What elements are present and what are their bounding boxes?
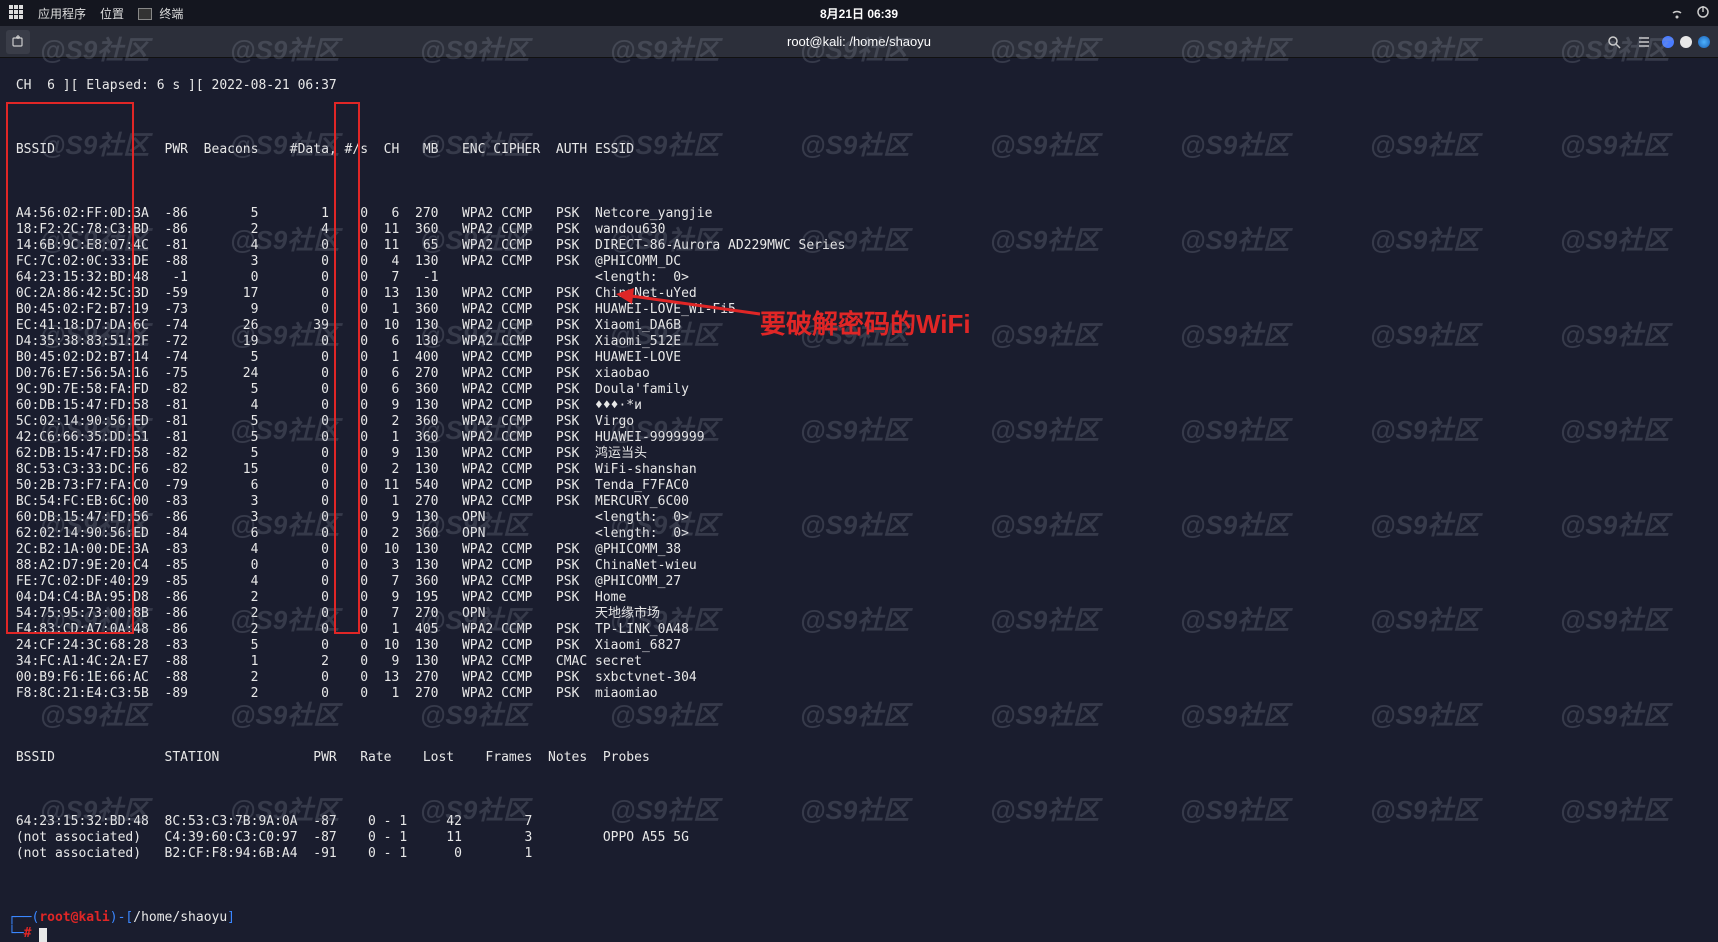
ap-row: FC:7C:02:0C:33:DE -88 3 0 0 4 130 WPA2 C…	[8, 254, 1710, 270]
network-icon[interactable]	[1670, 5, 1684, 22]
airodump-header: CH 6 ][ Elapsed: 6 s ][ 2022-08-21 06:37	[8, 78, 1710, 94]
ap-row: 62:DB:15:47:FD:58 -82 5 0 0 9 130 WPA2 C…	[8, 446, 1710, 462]
activities-icon[interactable]	[8, 4, 24, 23]
ap-row: 50:2B:73:F7:FA:C0 -79 6 0 0 11 540 WPA2 …	[8, 478, 1710, 494]
station-table-header: BSSID STATION PWR Rate Lost Frames Notes…	[8, 750, 1710, 766]
text-cursor	[39, 928, 47, 942]
shell-input-line[interactable]: └─#	[8, 926, 47, 941]
power-icon[interactable]	[1696, 5, 1710, 22]
ap-row: 00:B9:F6:1E:66:AC -88 2 0 0 13 270 WPA2 …	[8, 670, 1710, 686]
ap-row: 60:DB:15:47:FD:58 -81 4 0 0 9 130 WPA2 C…	[8, 398, 1710, 414]
workspace-dot-3[interactable]	[1698, 36, 1710, 48]
workspace-dot-2[interactable]	[1680, 36, 1692, 48]
terminal-output[interactable]: CH 6 ][ Elapsed: 6 s ][ 2022-08-21 06:37…	[0, 58, 1718, 942]
ap-row: 88:A2:D7:9E:20:C4 -85 0 0 0 3 130 WPA2 C…	[8, 558, 1710, 574]
ap-row: 42:C6:66:35:DD:51 -81 5 0 0 1 360 WPA2 C…	[8, 430, 1710, 446]
ap-row: D4:35:38:83:51:2F -72 19 0 0 6 130 WPA2 …	[8, 334, 1710, 350]
ap-table-header: BSSID PWR Beacons #Data, #/s CH MB ENC C…	[8, 142, 1710, 158]
clock[interactable]: 8月21日 06:39	[820, 5, 898, 22]
ap-row: F8:8C:21:E4:C3:5B -89 2 0 0 1 270 WPA2 C…	[8, 686, 1710, 702]
terminal-icon	[138, 8, 152, 20]
ap-row: 14:6B:9C:E8:07:4C -81 4 0 0 11 65 WPA2 C…	[8, 238, 1710, 254]
ap-row: 60:DB:15:47:FD:56 -86 3 0 0 9 130 OPN <l…	[8, 510, 1710, 526]
station-row: (not associated) B2:CF:F8:94:6B:A4 -91 0…	[8, 846, 1710, 862]
ap-row: 18:F2:2C:78:C3:BD -86 2 4 0 11 360 WPA2 …	[8, 222, 1710, 238]
ap-row: A4:56:02:FF:0D:3A -86 5 1 0 6 270 WPA2 C…	[8, 206, 1710, 222]
ap-row: B0:45:02:F2:B7:19 -73 9 0 0 1 360 WPA2 C…	[8, 302, 1710, 318]
terminal-titlebar: root@kali: /home/shaoyu	[0, 26, 1718, 58]
menu-places[interactable]: 位置	[100, 5, 124, 22]
station-table: 64:23:15:32:BD:48 8C:53:C3:7B:9A:0A -87 …	[8, 814, 1710, 862]
ap-row: 0C:2A:86:42:5C:3D -59 17 0 0 13 130 WPA2…	[8, 286, 1710, 302]
hamburger-menu-button[interactable]	[1632, 30, 1656, 54]
ap-row: 64:23:15:32:BD:48 -1 0 0 0 7 -1 <length:…	[8, 270, 1710, 286]
shell-prompt: ┌──(root@kali)-[/home/shaoyu]	[8, 910, 235, 925]
ap-row: 24:CF:24:3C:68:28 -83 5 0 0 10 130 WPA2 …	[8, 638, 1710, 654]
ap-row: 8C:53:C3:33:DC:F6 -82 15 0 0 2 130 WPA2 …	[8, 462, 1710, 478]
workspace-dot-1[interactable]	[1662, 36, 1674, 48]
station-row: 64:23:15:32:BD:48 8C:53:C3:7B:9A:0A -87 …	[8, 814, 1710, 830]
ap-row: 04:D4:C4:BA:95:D8 -86 2 0 0 9 195 WPA2 C…	[8, 590, 1710, 606]
window-title: root@kali: /home/shaoyu	[787, 34, 931, 49]
menu-applications[interactable]: 应用程序	[38, 5, 86, 22]
ap-row: EC:41:18:D7:DA:6C -74 26 39 0 10 130 WPA…	[8, 318, 1710, 334]
ap-row: 62:02:14:90:56:ED -84 6 0 0 2 360 OPN <l…	[8, 526, 1710, 542]
ap-row: BC:54:FC:EB:6C:00 -83 3 0 0 1 270 WPA2 C…	[8, 494, 1710, 510]
ap-row: 34:FC:A1:4C:2A:E7 -88 1 2 0 9 130 WPA2 C…	[8, 654, 1710, 670]
ap-row: FE:7C:02:DF:40:29 -85 4 0 0 7 360 WPA2 C…	[8, 574, 1710, 590]
menu-terminal[interactable]: 终端	[138, 5, 183, 22]
ap-row: 9C:9D:7E:58:FA:FD -82 5 0 0 6 360 WPA2 C…	[8, 382, 1710, 398]
ap-row: D0:76:E7:56:5A:16 -75 24 0 0 6 270 WPA2 …	[8, 366, 1710, 382]
station-row: (not associated) C4:39:60:C3:C0:97 -87 0…	[8, 830, 1710, 846]
search-button[interactable]	[1602, 30, 1626, 54]
ap-table: A4:56:02:FF:0D:3A -86 5 1 0 6 270 WPA2 C…	[8, 206, 1710, 702]
ap-row: 2C:B2:1A:00:DE:3A -83 4 0 0 10 130 WPA2 …	[8, 542, 1710, 558]
ap-row: F4:83:CD:A7:0A:48 -86 2 0 0 1 405 WPA2 C…	[8, 622, 1710, 638]
ap-row: 54:75:95:73:00:8B -86 2 0 0 7 270 OPN 天地…	[8, 606, 1710, 622]
ap-row: B0:45:02:D2:B7:14 -74 5 0 0 1 400 WPA2 C…	[8, 350, 1710, 366]
new-tab-button[interactable]	[6, 30, 30, 54]
gnome-topbar: 应用程序 位置 终端 8月21日 06:39	[0, 0, 1718, 26]
ap-row: 5C:02:14:90:56:ED -81 5 0 0 2 360 WPA2 C…	[8, 414, 1710, 430]
